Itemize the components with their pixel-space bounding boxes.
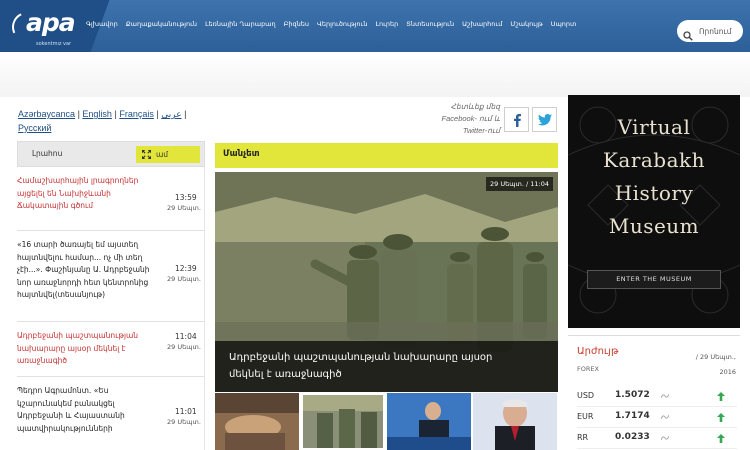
hero-date: 29 Սեպտ. / 11:04	[486, 177, 553, 191]
search-box[interactable]: Որոնում	[677, 20, 743, 42]
rate-code: RR	[577, 433, 589, 442]
rate-code: EUR	[577, 412, 594, 421]
ad-line-3: History	[614, 181, 694, 205]
rate-code: USD	[577, 391, 595, 400]
rate-value: 1.5072	[615, 390, 650, 400]
news-title[interactable]: Համաշխարհային լրագրողներ այցելել են Նախի…	[17, 175, 157, 213]
lang-ru[interactable]: Русский	[18, 123, 51, 133]
ad-line-4: Museum	[608, 214, 700, 238]
nav-item-analysis[interactable]: Վերլուծություն	[317, 20, 367, 28]
tab-expand-label: ամ	[156, 150, 169, 159]
main-nav: Գլխավոր Քաղաքականություն Լեռնային Ղարաբա…	[86, 20, 576, 28]
hero-caption[interactable]: Ադրբեջանի պաշտպանության նախարարը այսօր մ…	[215, 341, 558, 392]
rates-title: Արժույթ	[577, 346, 619, 357]
news-date: 29 Սեպտ.	[167, 418, 201, 426]
nav-item-karabakh[interactable]: Լեռնային Ղարաբաղ	[205, 20, 276, 28]
thumbnail-4[interactable]	[473, 393, 557, 450]
wave-icon	[661, 435, 669, 441]
lang-fr[interactable]: Français	[119, 109, 154, 119]
enter-museum-button[interactable]: ENTER THE MUSEUM	[587, 270, 721, 289]
tab-expand[interactable]: ամ	[136, 146, 200, 163]
ad-line-1: Virtual	[617, 115, 691, 139]
section-title: Մանչետ	[223, 149, 260, 159]
list-item[interactable]: Համաշխարհային լրագրողներ այցելել են Նախի…	[17, 167, 204, 231]
top-header: apa sokentmız var Գլխավոր Քաղաքականությո…	[0, 0, 750, 52]
nav-item-economy[interactable]: Տնտեսություն	[406, 20, 454, 28]
nav-item-world[interactable]: Աշխարհում	[462, 20, 502, 28]
rates-date-line1: / 29 Սեպտ.,	[695, 353, 736, 361]
hero-caption-text[interactable]: Ադրբեջանի պաշտպանության նախարարը այսօր մ…	[229, 349, 529, 383]
thumbnail-strip	[215, 393, 558, 450]
lang-separator: |	[156, 109, 159, 119]
lang-ar[interactable]: عربي	[161, 109, 181, 119]
rate-row-usd: USD 1.5072	[577, 387, 737, 407]
rate-row-rr: RR 0.0233	[577, 429, 737, 449]
lang-separator: |	[184, 109, 187, 119]
lang-separator: |	[77, 109, 80, 119]
logo[interactable]: apa sokentmız var	[0, 0, 78, 52]
section-header: Մանչետ	[215, 143, 558, 168]
list-item[interactable]: «16 տարի ծառայել եմ այստեղ հայտնվելու հա…	[17, 231, 204, 322]
news-time: 11:01	[175, 407, 197, 416]
header-spacer	[0, 52, 750, 97]
thumbnail-1[interactable]	[215, 393, 299, 450]
thumbnail-3[interactable]	[387, 393, 471, 450]
rates-source: FOREX	[577, 365, 599, 373]
nav-item-politics[interactable]: Քաղաքականություն	[126, 20, 197, 28]
twitter-button[interactable]	[532, 107, 557, 132]
social-follow-text: Հետևեք մեզ Facebook- ում և Twitter-ում	[441, 102, 500, 135]
rate-value: 0.0233	[615, 432, 650, 442]
logo-text: apa	[26, 8, 76, 37]
list-item[interactable]: Պեդրո Ագրամոնտ. «Ես կշարունակեմ բանակցել…	[17, 377, 204, 450]
wave-icon	[661, 414, 669, 420]
language-switcher: Azərbaycanca | English | Français | عربي…	[18, 107, 203, 135]
nav-item-home[interactable]: Գլխավոր	[86, 20, 118, 28]
news-date: 29 Սեպտ.	[167, 275, 201, 283]
nav-item-culture[interactable]: Մշակույթ	[510, 20, 542, 28]
rates-date-line2: 2016	[719, 368, 736, 376]
ad-line-2: Karabakh	[602, 148, 706, 172]
news-date: 29 Սեպտ.	[167, 343, 201, 351]
news-list: Համաշխարհային լրագրողներ այցելել են Նախի…	[17, 167, 205, 450]
expand-icon	[142, 150, 151, 159]
lang-az[interactable]: Azərbaycanca	[18, 109, 75, 119]
twitter-icon	[537, 113, 552, 125]
news-time: 12:39	[175, 264, 197, 273]
wave-icon	[661, 393, 669, 399]
facebook-button[interactable]	[504, 107, 529, 132]
museum-ad-banner[interactable]: Virtual Karabakh History Museum ENTER TH…	[568, 95, 740, 328]
news-date: 29 Սեպտ.	[167, 204, 201, 212]
news-title[interactable]: «16 տարի ծառայել եմ այստեղ հայտնվելու հա…	[17, 239, 157, 302]
news-title[interactable]: Ադրբեջանի պաշտպանության նախարարը այսօր մ…	[17, 330, 157, 368]
news-title[interactable]: Պեդրո Ագրամոնտ. «Ես կշարունակեմ բանակցել…	[17, 385, 157, 435]
currency-rates: Արժույթ FOREX / 29 Սեպտ., 2016 USD 1.507…	[568, 335, 740, 450]
news-time: 13:59	[175, 193, 197, 202]
thumbnail-2[interactable]	[301, 393, 385, 450]
list-item[interactable]: Ադրբեջանի պաշտպանության նախարարը այսօր մ…	[17, 322, 204, 377]
lang-en[interactable]: English	[82, 109, 112, 119]
facebook-icon	[513, 113, 521, 127]
logo-subtitle: sokentmız var	[36, 41, 72, 47]
rates-date: / 29 Սեպտ., 2016	[678, 350, 736, 380]
nav-item-sport[interactable]: Սպորտ	[551, 20, 577, 28]
news-time: 11:04	[175, 332, 197, 341]
search-label: Որոնում	[699, 26, 732, 36]
news-feed-tabs: Լրահոս ամ	[17, 141, 205, 167]
arrow-up-icon	[717, 392, 725, 401]
nav-item-news[interactable]: Լուրեր	[375, 20, 398, 28]
tab-feed[interactable]: Լրահոս	[32, 149, 62, 158]
arrow-up-icon	[717, 413, 725, 422]
rate-value: 1.7174	[615, 411, 650, 421]
search-icon[interactable]	[683, 26, 693, 41]
page: apa sokentmız var Գլխավոր Քաղաքականությո…	[0, 0, 750, 450]
nav-item-business[interactable]: Բիզնես	[284, 20, 309, 28]
rate-row-eur: EUR 1.7174	[577, 408, 737, 428]
lang-separator: |	[114, 109, 117, 119]
arrow-up-icon	[717, 434, 725, 443]
